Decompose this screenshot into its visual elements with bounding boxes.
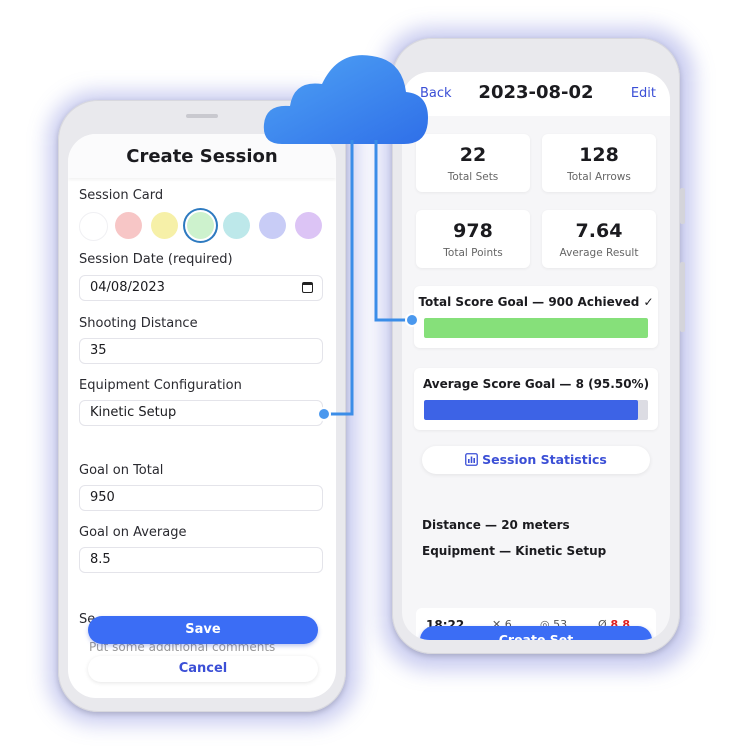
stat-card-total-sets: 22 Total Sets bbox=[416, 134, 530, 192]
color-swatch[interactable] bbox=[115, 212, 142, 239]
distance-label: Shooting Distance bbox=[79, 316, 198, 331]
stat-card-average-result: 7.64 Average Result bbox=[542, 210, 656, 268]
phone-session-detail: Back 2023-08-02 Edit 22 Total Sets 128 T… bbox=[392, 38, 685, 654]
color-swatch[interactable] bbox=[295, 212, 322, 239]
cancel-button[interactable]: Cancel bbox=[88, 656, 318, 682]
session-statistics-label: Session Statistics bbox=[482, 452, 607, 467]
stat-value: 978 bbox=[453, 220, 493, 242]
stat-card-total-points: 978 Total Points bbox=[416, 210, 530, 268]
session-date-label: Session Date (required) bbox=[79, 252, 233, 267]
edit-button[interactable]: Edit bbox=[631, 86, 656, 101]
average-goal-title: Average Score Goal — 8 (95.50%) bbox=[422, 377, 650, 391]
goal-average-label: Goal on Average bbox=[79, 525, 187, 540]
session-date-value: 04/08/2023 bbox=[90, 280, 165, 295]
color-swatch[interactable] bbox=[223, 212, 250, 239]
stat-value: 22 bbox=[459, 144, 487, 166]
side-button bbox=[680, 188, 685, 224]
equipment-info: Equipment — Kinetic Setup bbox=[422, 544, 607, 558]
chart-icon bbox=[465, 453, 479, 466]
calendar-icon[interactable] bbox=[302, 282, 313, 293]
goal-total-input[interactable]: 950 bbox=[79, 485, 323, 511]
session-statistics-button[interactable]: Session Statistics bbox=[422, 446, 650, 474]
stat-value: 128 bbox=[579, 144, 619, 166]
equipment-select[interactable]: Kinetic Setup bbox=[79, 400, 323, 426]
session-detail-screen: Back 2023-08-02 Edit 22 Total Sets 128 T… bbox=[402, 72, 670, 640]
total-goal-progress bbox=[424, 318, 648, 338]
session-date-title: 2023-08-02 bbox=[478, 82, 594, 103]
color-swatch[interactable] bbox=[187, 212, 214, 239]
color-swatch[interactable] bbox=[79, 212, 108, 241]
equipment-label: Equipment Configuration bbox=[79, 378, 242, 393]
color-swatch[interactable] bbox=[259, 212, 286, 239]
phone-speaker bbox=[186, 114, 218, 118]
stat-label: Total Arrows bbox=[567, 171, 631, 183]
stat-label: Total Sets bbox=[447, 171, 499, 183]
goal-average-input[interactable]: 8.5 bbox=[79, 547, 323, 573]
create-set-button[interactable]: Create Set bbox=[420, 626, 652, 640]
create-session-screen: Create Session Session Card Session Date… bbox=[68, 134, 336, 698]
side-button bbox=[680, 262, 685, 332]
distance-input[interactable]: 35 bbox=[79, 338, 323, 364]
session-date-input[interactable]: 04/08/2023 bbox=[79, 275, 323, 301]
average-score-goal-card: Average Score Goal — 8 (95.50%) bbox=[414, 368, 658, 430]
header: Back 2023-08-02 Edit bbox=[402, 72, 670, 116]
average-goal-fill bbox=[424, 400, 638, 420]
stat-label: Total Points bbox=[443, 247, 503, 259]
average-goal-progress bbox=[424, 400, 648, 420]
total-score-goal-card: Total Score Goal — 900 Achieved ✓ bbox=[414, 286, 658, 348]
session-card-label: Session Card bbox=[79, 188, 164, 203]
save-button[interactable]: Save bbox=[88, 616, 318, 644]
distance-info: Distance — 20 meters bbox=[422, 518, 570, 532]
total-goal-fill bbox=[424, 318, 648, 338]
phone-create-session: Create Session Session Card Session Date… bbox=[58, 100, 346, 712]
page-title: Create Session bbox=[126, 146, 278, 167]
stat-label: Average Result bbox=[559, 247, 639, 259]
stat-value: 7.64 bbox=[575, 220, 623, 242]
stat-card-total-arrows: 128 Total Arrows bbox=[542, 134, 656, 192]
color-swatch[interactable] bbox=[151, 212, 178, 239]
total-goal-title: Total Score Goal — 900 Achieved ✓ bbox=[418, 295, 654, 309]
goal-total-label: Goal on Total bbox=[79, 463, 164, 478]
